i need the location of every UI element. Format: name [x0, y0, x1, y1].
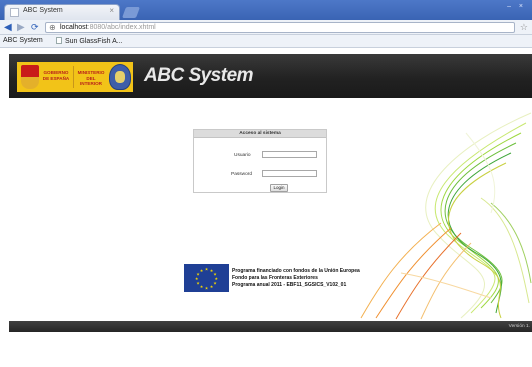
username-input[interactable]	[262, 151, 317, 158]
new-tab-button[interactable]	[121, 7, 141, 18]
username-label: Usuario	[234, 153, 251, 158]
app-title: ABC System	[144, 65, 254, 86]
svg-text:★: ★	[200, 284, 204, 289]
page-icon	[10, 8, 19, 17]
login-heading: Acceso al sistema	[194, 130, 326, 138]
forward-arrow-icon[interactable]: ▶	[17, 22, 25, 33]
reload-icon[interactable]: ⟳	[31, 22, 39, 33]
escudo-icon	[21, 65, 39, 89]
logo-divider	[73, 66, 74, 88]
tab-title: ABC System	[23, 7, 63, 14]
page-icon	[56, 37, 62, 44]
tab-abc-system[interactable]: ABC System ×	[4, 4, 120, 20]
svg-text:★: ★	[200, 268, 204, 273]
bookmark-abc-system[interactable]: ABC System	[3, 37, 43, 44]
login-panel: Acceso al sistema Usuario Password Login	[193, 129, 327, 193]
decorative-swirl	[360, 112, 532, 320]
police-emblem-icon	[109, 64, 131, 90]
back-arrow-icon[interactable]: ◀	[4, 22, 12, 33]
funding-line-3: Programa anual 2011 - EBF11_SGSICS_V102_…	[232, 282, 347, 289]
svg-text:★: ★	[213, 281, 217, 286]
globe-icon: ⊕	[49, 23, 56, 32]
svg-text:★: ★	[205, 267, 209, 272]
close-icon[interactable]: ×	[109, 6, 114, 15]
bookmark-star-icon[interactable]: ☆	[520, 22, 528, 32]
browser-toolbar: ◀ ▶ ⟳ ⊕ localhost:8080/abc/index.xhtml ☆	[0, 20, 532, 35]
login-button[interactable]: Login	[270, 184, 288, 192]
site-header: GOBIERNO DE ESPAÑA MINISTERIO DEL INTERI…	[9, 54, 532, 98]
bookmark-label: Sun GlassFish A...	[65, 38, 123, 45]
logo-gobierno-text: GOBIERNO DE ESPAÑA	[42, 70, 70, 81]
eu-flag-icon: ★ ★ ★ ★ ★ ★ ★ ★ ★ ★ ★ ★	[184, 264, 229, 292]
version-text: Versión 1.	[508, 324, 530, 329]
url-path: :8080/abc/index.xhtml	[87, 24, 156, 31]
tab-strip: ABC System × – ×	[0, 0, 532, 20]
svg-text:★: ★	[210, 284, 214, 289]
window-controls[interactable]: – ×	[507, 3, 526, 10]
svg-text:★: ★	[196, 281, 200, 286]
bookmark-label: ABC System	[3, 37, 43, 44]
funding-line-2: Fondo para las Fronteras Exteriores	[232, 275, 318, 282]
password-label: Password	[231, 172, 253, 177]
bookmark-sun-glassfish[interactable]: Sun GlassFish A...	[56, 37, 123, 45]
svg-text:★: ★	[205, 286, 209, 291]
funding-notice: Programa financiado con fondos de la Uni…	[232, 268, 360, 290]
password-input[interactable]	[262, 170, 317, 177]
logo-ministerio-text: MINISTERIO DEL INTERIOR	[77, 70, 105, 86]
site-footer: Versión 1.	[9, 321, 532, 332]
funding-line-1: Programa financiado con fondos de la Uni…	[232, 268, 360, 274]
browser-window: ABC System × – × ◀ ▶ ⟳ ⊕ localhost:8080/…	[0, 0, 532, 367]
address-bar[interactable]: ⊕ localhost:8080/abc/index.xhtml	[45, 22, 515, 33]
url-host: localhost	[60, 24, 88, 31]
page-content: GOBIERNO DE ESPAÑA MINISTERIO DEL INTERI…	[9, 48, 532, 367]
svg-text:★: ★	[195, 276, 199, 281]
bookmarks-bar: ABC System Sun GlassFish A...	[0, 35, 532, 48]
url-text: localhost:8080/abc/index.xhtml	[60, 24, 156, 31]
gobierno-logo: GOBIERNO DE ESPAÑA MINISTERIO DEL INTERI…	[17, 62, 133, 92]
